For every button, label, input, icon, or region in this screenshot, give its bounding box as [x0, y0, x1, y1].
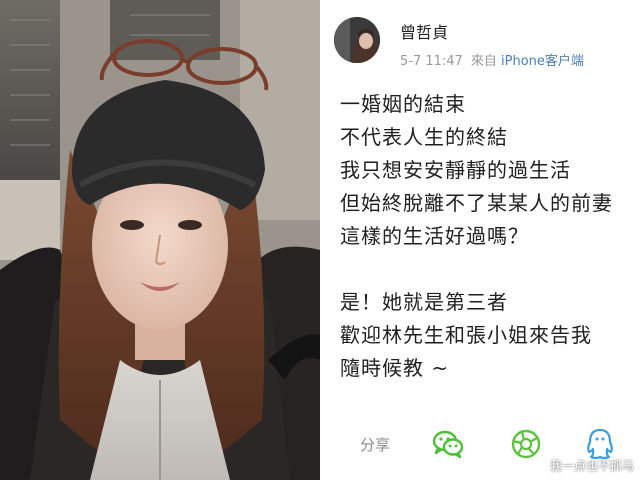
watermark: 我一点也不抓马 — [549, 459, 634, 473]
post-text-line: 我只想安安靜靜的過生活 — [340, 158, 571, 182]
post-meta: 5-7 11:47 來自 iPhone客户端 — [400, 50, 584, 69]
post-text-line: 是！她就是第三者 — [340, 290, 508, 314]
screenshot-composite: 曾哲貞 5-7 11:47 來自 iPhone客户端 一婚姻的結束 不代表人生的終… — [0, 0, 640, 480]
post-timestamp: 5-7 11:47 — [400, 54, 463, 69]
username[interactable]: 曾哲貞 — [400, 19, 448, 43]
moments-icon[interactable] — [508, 426, 544, 462]
post-text-spacer — [340, 253, 640, 286]
post-text-line: 一婚姻的結束 — [340, 92, 466, 116]
post-text-line: 隨時候教 ~ — [340, 356, 450, 380]
weibo-post: 曾哲貞 5-7 11:47 來自 iPhone客户端 一婚姻的結束 不代表人生的終… — [320, 0, 640, 480]
selfie-illustration — [0, 0, 320, 480]
post-body: 一婚姻的結束 不代表人生的終結 我只想安安靜靜的過生活 但始終脫離不了某某人的前… — [340, 88, 640, 385]
wechat-icon[interactable] — [430, 426, 466, 462]
post-text-line: 不代表人生的終結 — [340, 125, 508, 149]
avatar-image-icon — [334, 17, 380, 63]
source-prefix: 來自 — [470, 54, 497, 69]
post-text-line: 這樣的生活好過嗎？ — [340, 224, 529, 248]
share-label: 分享 — [360, 436, 391, 454]
avatar[interactable] — [334, 17, 380, 63]
selfie-photo — [0, 0, 320, 480]
post-text-line: 歡迎林先生和張小姐來告我 — [340, 323, 592, 347]
post-text-line: 但始終脫離不了某某人的前妻 — [340, 191, 613, 215]
source-link[interactable]: iPhone客户端 — [501, 54, 584, 69]
